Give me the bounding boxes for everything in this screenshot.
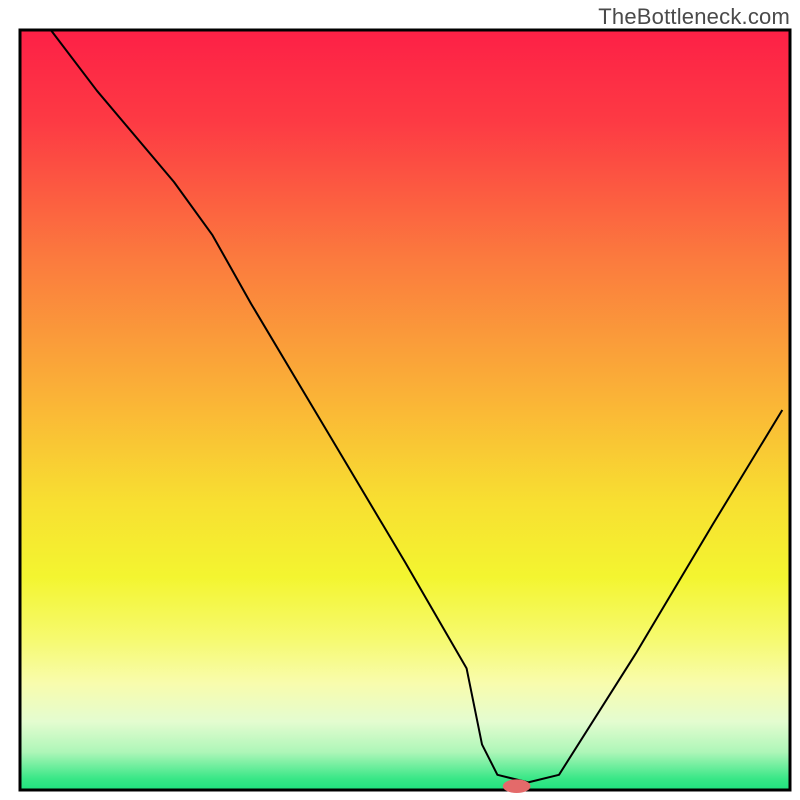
chart-canvas <box>0 0 800 800</box>
bottleneck-chart: TheBottleneck.com <box>0 0 800 800</box>
optimal-marker <box>503 779 531 793</box>
plot-background <box>20 30 790 790</box>
